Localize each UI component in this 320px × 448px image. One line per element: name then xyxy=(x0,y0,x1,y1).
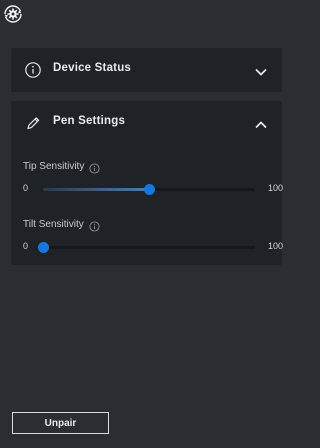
pen-settings-title: Pen Settings xyxy=(53,115,126,127)
app-window: Device Status Pen Settings Tip Sensitivi… xyxy=(0,0,299,448)
slider-thumb[interactable] xyxy=(37,242,49,253)
device-status-panel: Device Status xyxy=(11,48,282,92)
info-circle-icon xyxy=(22,59,44,81)
slider-track[interactable] xyxy=(37,242,255,253)
tilt-sensitivity-label: Tilt Sensitivity xyxy=(23,218,84,230)
slider-track[interactable] xyxy=(43,184,255,195)
slider-min-label: 0 xyxy=(23,183,29,193)
gear-sync-icon[interactable] xyxy=(3,4,23,24)
device-status-header[interactable]: Device Status xyxy=(11,48,282,92)
tilt-sensitivity-label-row: Tilt Sensitivity xyxy=(23,217,100,232)
pencil-icon xyxy=(22,112,44,134)
slider-fill xyxy=(43,188,149,191)
tilt-sensitivity-slider[interactable]: 0 100 xyxy=(23,240,283,254)
tip-sensitivity-label-row: Tip Sensitivity xyxy=(23,159,100,174)
tip-sensitivity-slider[interactable]: 0 100 xyxy=(23,182,283,196)
unpair-button[interactable]: Unpair xyxy=(12,412,109,434)
slider-max-label: 100 xyxy=(267,183,283,193)
pen-settings-panel: Pen Settings Tip Sensitivity 0 100 Tilt … xyxy=(11,101,283,265)
slider-thumb[interactable] xyxy=(143,184,155,195)
chevron-down-icon[interactable] xyxy=(254,64,268,76)
info-icon[interactable] xyxy=(89,219,100,232)
pen-settings-header[interactable]: Pen Settings xyxy=(11,101,282,145)
slider-max-label: 100 xyxy=(267,241,283,251)
slider-min-label: 0 xyxy=(23,241,29,251)
chevron-up-icon[interactable] xyxy=(254,117,268,129)
info-icon[interactable] xyxy=(89,161,100,174)
device-status-title: Device Status xyxy=(53,62,132,74)
tip-sensitivity-label: Tip Sensitivity xyxy=(23,160,85,172)
